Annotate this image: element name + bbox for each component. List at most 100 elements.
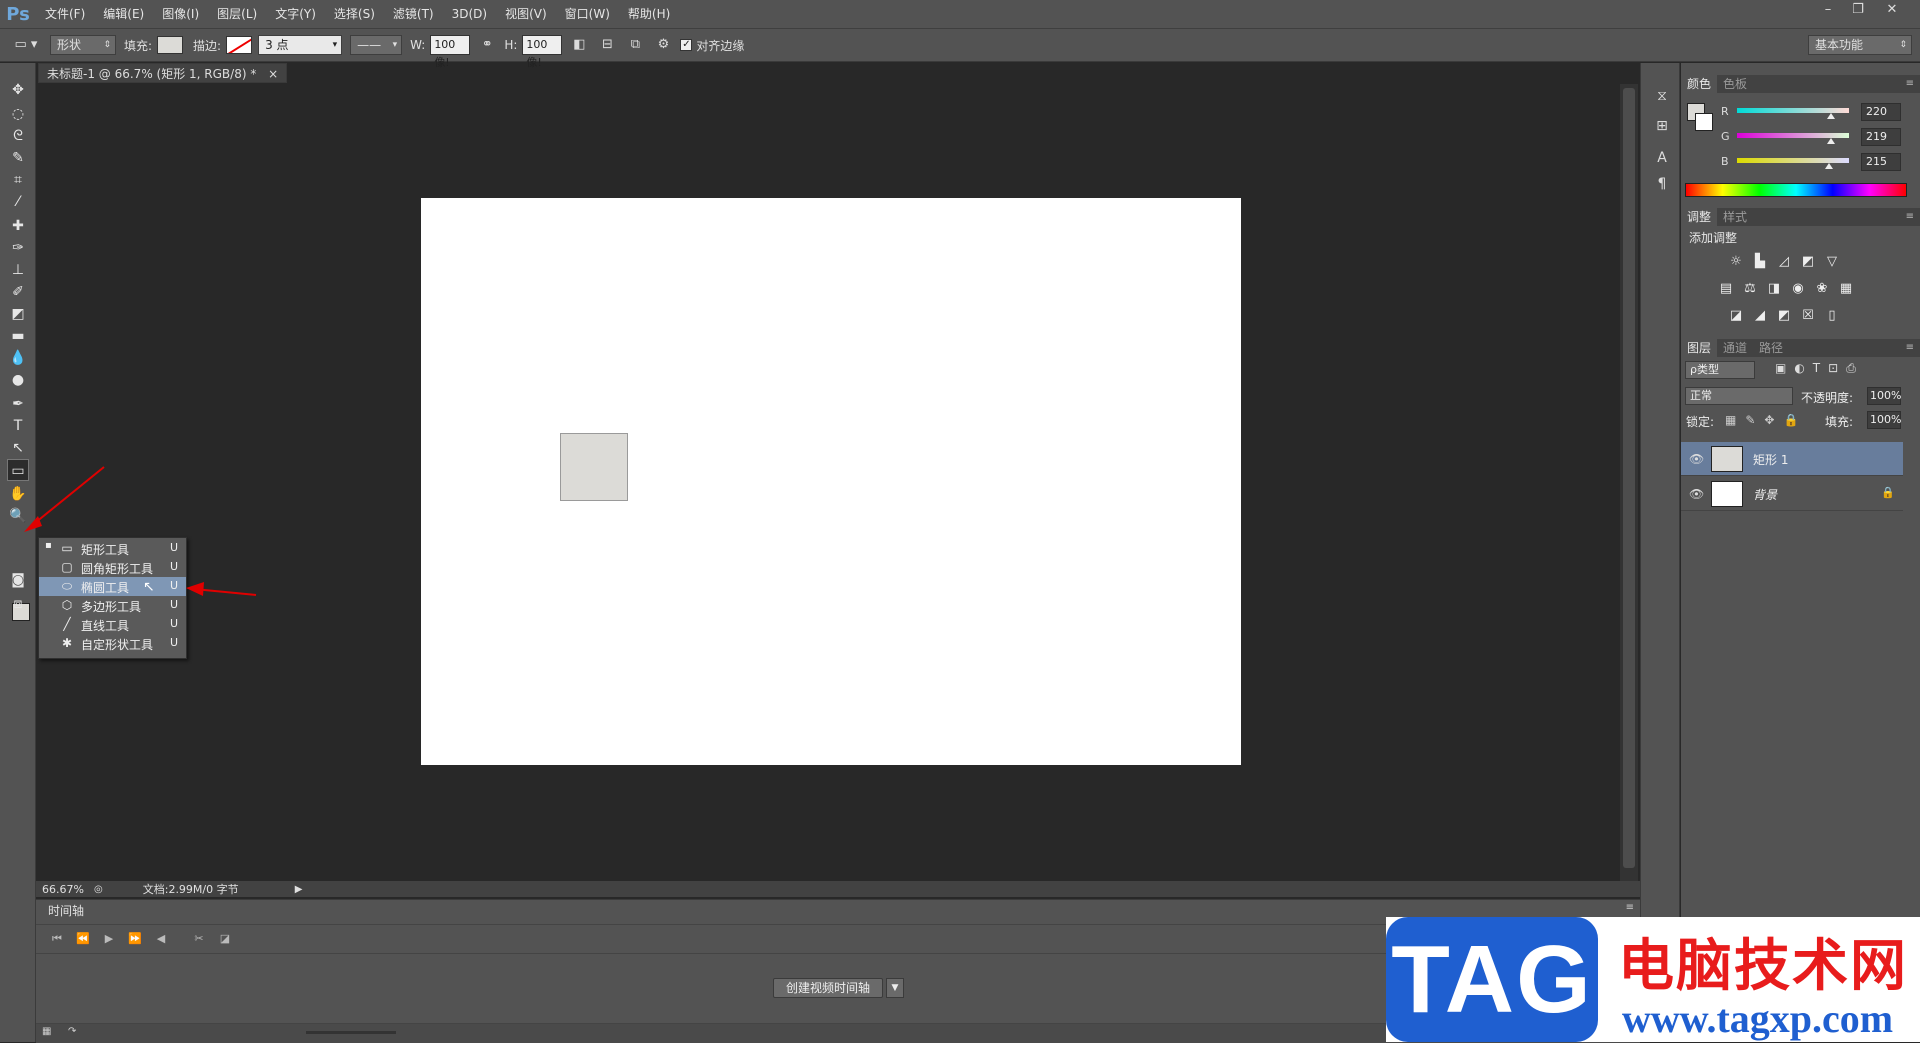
pen-tool-icon[interactable]: ✒: [7, 393, 29, 415]
menu-view[interactable]: 视图(V): [496, 0, 556, 28]
shape-mode-select[interactable]: 形状 ⇕: [50, 35, 116, 55]
hue-saturation-icon[interactable]: ▤: [1717, 281, 1735, 297]
threshold-icon[interactable]: ◩: [1775, 308, 1793, 324]
layer-name[interactable]: 背景: [1753, 486, 1777, 503]
eraser-tool-icon[interactable]: ◩: [7, 303, 29, 325]
flyout-item-rounded-rectangle[interactable]: ▢ 圆角矩形工具 U: [39, 558, 186, 577]
actions-panel-icon[interactable]: ⊞: [1651, 115, 1673, 137]
layer-row-shape[interactable]: 👁 矩形 1: [1681, 442, 1903, 476]
lasso-tool-icon[interactable]: ᘓ: [7, 125, 29, 147]
vibrance-icon[interactable]: ▽: [1823, 254, 1841, 270]
levels-icon[interactable]: ▙: [1751, 254, 1769, 270]
layer-filter-icons[interactable]: ▣◐T⊡⎙: [1775, 361, 1864, 376]
flyout-item-polygon[interactable]: ⬡ 多边形工具 U: [39, 596, 186, 615]
tab-paths[interactable]: 路径: [1753, 339, 1789, 357]
quick-select-tool-icon[interactable]: ✎: [7, 147, 29, 169]
history-panel-icon[interactable]: ⧖: [1651, 85, 1673, 107]
blend-mode-select[interactable]: 正常: [1685, 387, 1793, 405]
blue-value-input[interactable]: 215: [1861, 153, 1901, 171]
fill-swatch[interactable]: [157, 36, 184, 54]
curves-icon[interactable]: ◿: [1775, 254, 1793, 270]
align-edges-checkbox[interactable]: ✓: [680, 39, 693, 51]
link-icon[interactable]: ⚭: [476, 34, 498, 56]
move-tool-icon[interactable]: ✥: [7, 79, 29, 101]
height-input[interactable]: 100 像!: [522, 35, 563, 69]
screen-mode-icon[interactable]: ⧈: [7, 593, 29, 615]
restore-button[interactable]: ❐: [1844, 0, 1872, 20]
marquee-tool-icon[interactable]: ◌: [7, 103, 29, 125]
red-value-input[interactable]: 220: [1861, 103, 1901, 121]
lock-icons[interactable]: ▦✎✥🔒: [1725, 413, 1807, 427]
minimize-button[interactable]: –: [1814, 0, 1842, 20]
path-arrangement-icon[interactable]: ⧉: [624, 34, 646, 56]
hand-tool-icon[interactable]: ✋: [7, 483, 29, 505]
zoom-tool-icon[interactable]: 🔍: [7, 505, 29, 527]
menu-layer[interactable]: 图层(L): [208, 0, 266, 28]
opacity-input[interactable]: 100%: [1867, 387, 1901, 405]
brush-tool-icon[interactable]: ✑: [7, 237, 29, 259]
menu-edit[interactable]: 编辑(E): [94, 0, 153, 28]
document-tab[interactable]: 未标题-1 @ 66.7% (矩形 1, RGB/8) * ×: [38, 63, 288, 83]
gear-icon[interactable]: ⚙: [652, 34, 674, 56]
audio-icon[interactable]: ◀: [148, 928, 174, 950]
channel-mixer-icon[interactable]: ❀: [1813, 281, 1831, 297]
zoom-level[interactable]: 66.67%: [42, 883, 86, 896]
visibility-eye-icon[interactable]: 👁: [1689, 452, 1704, 466]
tab-color[interactable]: 颜色: [1681, 75, 1718, 93]
menu-select[interactable]: 选择(S): [325, 0, 384, 28]
document-canvas[interactable]: [421, 198, 1241, 765]
workspace-select[interactable]: 基本功能 ⇕: [1808, 35, 1912, 55]
rectangle-shape[interactable]: [560, 433, 628, 501]
timeline-zoom-slider[interactable]: [306, 1031, 396, 1034]
flyout-item-ellipse[interactable]: ⬭ 椭圆工具 U ↖: [39, 577, 186, 596]
healing-brush-tool-icon[interactable]: ✚: [7, 215, 29, 237]
blur-tool-icon[interactable]: 💧: [7, 347, 29, 369]
tab-adjustments[interactable]: 调整: [1681, 208, 1718, 226]
menu-window[interactable]: 窗口(W): [556, 0, 619, 28]
character-panel-icon[interactable]: A: [1651, 147, 1673, 169]
crop-tool-icon[interactable]: ⌗: [7, 169, 29, 191]
layers-panel-menu-icon[interactable]: ≡: [1906, 339, 1914, 357]
create-video-timeline-button[interactable]: 创建视频时间轴: [773, 978, 883, 998]
split-icon[interactable]: ✂: [186, 928, 212, 950]
layer-kind-filter[interactable]: ρ类型: [1685, 361, 1755, 379]
invert-icon[interactable]: ◪: [1727, 308, 1745, 324]
stroke-type-select[interactable]: —— ▾: [350, 35, 403, 55]
scrollbar-thumb[interactable]: [1623, 88, 1635, 868]
tab-channels[interactable]: 通道: [1717, 339, 1753, 357]
status-menu-arrow-icon[interactable]: ▶: [295, 884, 303, 895]
quick-mask-icon[interactable]: ◙: [7, 569, 29, 591]
flyout-item-custom-shape[interactable]: ✱ 自定形状工具 U: [39, 634, 186, 653]
blue-slider-knob[interactable]: [1825, 163, 1833, 169]
gradient-tool-icon[interactable]: ▬: [7, 325, 29, 347]
dodge-tool-icon[interactable]: ●: [7, 369, 29, 391]
adjust-panel-menu-icon[interactable]: ≡: [1906, 208, 1914, 226]
rectangle-tool-icon[interactable]: ▭: [7, 459, 29, 481]
flyout-item-rectangle[interactable]: ▪ ▭ 矩形工具 U: [39, 539, 186, 558]
timeline-menu-icon[interactable]: ≡: [1626, 902, 1634, 913]
menu-3d[interactable]: 3D(D): [443, 0, 496, 28]
path-select-tool-icon[interactable]: ↖: [7, 437, 29, 459]
menu-image[interactable]: 图像(I): [153, 0, 208, 28]
color-lookup-icon[interactable]: ▦: [1837, 281, 1855, 297]
menu-filter[interactable]: 滤镜(T): [384, 0, 443, 28]
menu-file[interactable]: 文件(F): [36, 0, 94, 28]
tool-preset-icon[interactable]: ▭ ▾: [8, 34, 44, 56]
tab-layers[interactable]: 图层: [1681, 339, 1718, 357]
paragraph-panel-icon[interactable]: ¶: [1651, 173, 1673, 195]
transition-icon[interactable]: ◪: [212, 928, 238, 950]
stroke-size-input[interactable]: 3 点 ▾: [258, 35, 343, 55]
first-frame-icon[interactable]: ⏮: [44, 928, 70, 950]
type-tool-icon[interactable]: T: [7, 415, 29, 437]
green-slider-knob[interactable]: [1827, 138, 1835, 144]
exposure-icon[interactable]: ◩: [1799, 254, 1817, 270]
path-alignment-icon[interactable]: ⊟: [596, 34, 618, 56]
color-panel-menu-icon[interactable]: ≡: [1906, 75, 1914, 93]
gradient-map-icon[interactable]: ▯: [1823, 308, 1841, 324]
green-value-input[interactable]: 219: [1861, 128, 1901, 146]
eyedropper-tool-icon[interactable]: ⁄: [7, 191, 29, 213]
stroke-swatch[interactable]: [226, 36, 253, 54]
width-input[interactable]: 100 像!: [430, 35, 471, 69]
visibility-eye-icon[interactable]: 👁: [1689, 487, 1704, 501]
color-spectrum-ramp[interactable]: [1685, 183, 1907, 197]
